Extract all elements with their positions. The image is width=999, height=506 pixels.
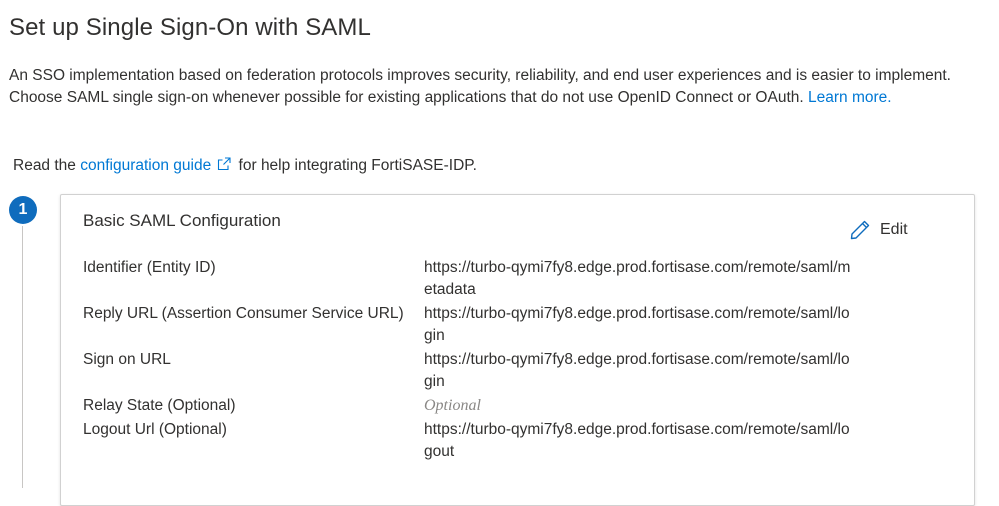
guide-suffix: for help integrating FortiSASE-IDP. <box>238 157 477 174</box>
edit-button[interactable]: Edit <box>849 219 908 241</box>
learn-more-link[interactable]: Learn more. <box>808 89 892 106</box>
config-label: Reply URL (Assertion Consumer Service UR… <box>83 305 404 322</box>
card-title: Basic SAML Configuration <box>83 211 281 230</box>
pencil-icon <box>850 220 870 240</box>
page-title: Set up Single Sign-On with SAML <box>9 14 371 41</box>
config-label: Sign on URL <box>83 351 171 368</box>
external-link-icon <box>217 156 231 171</box>
step-number-badge: 1 <box>9 196 37 224</box>
guide-prefix: Read the <box>13 157 76 174</box>
config-label: Identifier (Entity ID) <box>83 259 216 276</box>
config-label: Relay State (Optional) <box>83 397 236 414</box>
config-value: https://turbo-qymi7fy8.edge.prod.fortisa… <box>424 421 850 460</box>
guide-sentence: Read the configuration guide for help in… <box>13 155 477 177</box>
config-value: https://turbo-qymi7fy8.edge.prod.fortisa… <box>424 305 850 344</box>
config-value: https://turbo-qymi7fy8.edge.prod.fortisa… <box>424 351 850 390</box>
config-value-placeholder: Optional <box>424 397 481 414</box>
config-value: https://turbo-qymi7fy8.edge.prod.fortisa… <box>424 259 851 298</box>
configuration-guide-link[interactable]: configuration guide <box>80 157 234 174</box>
basic-saml-configuration-card: Basic SAML Configuration Edit Identifier… <box>60 194 975 506</box>
step-connector-line <box>22 226 23 488</box>
intro-paragraph: An SSO implementation based on federatio… <box>9 65 984 109</box>
config-label: Logout Url (Optional) <box>83 421 227 438</box>
configuration-guide-label: configuration guide <box>80 157 212 174</box>
edit-label: Edit <box>880 221 908 238</box>
